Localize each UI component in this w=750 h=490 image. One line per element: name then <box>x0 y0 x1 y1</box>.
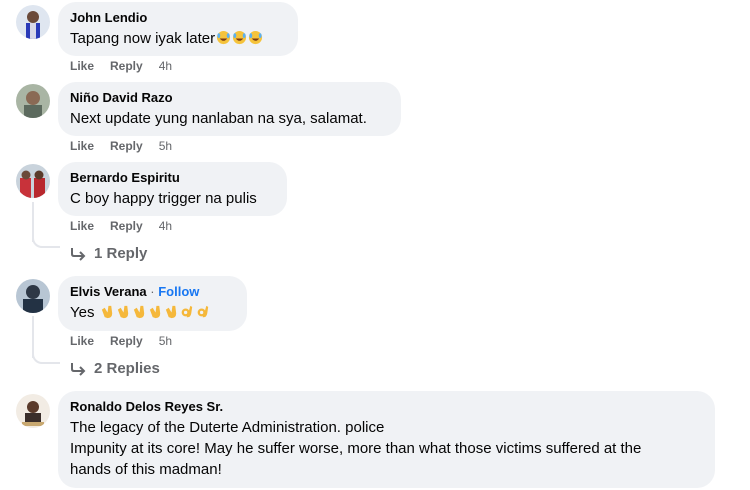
avatar[interactable] <box>16 279 50 313</box>
comment-actions: Like Reply 5h <box>70 334 172 348</box>
ok-hand-emoji-icon <box>179 304 211 321</box>
comment-time[interactable]: 5h <box>159 139 172 153</box>
avatar[interactable] <box>16 84 50 118</box>
comment-author-name[interactable]: Elvis Verana <box>70 284 147 299</box>
comment-actions: Like Reply 4h <box>70 219 172 233</box>
comment-time[interactable]: 4h <box>159 59 172 73</box>
comment-actions: Like Reply 4h <box>70 59 172 73</box>
avatar[interactable] <box>16 164 50 198</box>
comment-bubble: Ronaldo Delos Reyes Sr. The legacy of th… <box>58 391 715 488</box>
reply-button[interactable]: Reply <box>110 59 143 73</box>
reply-button[interactable]: Reply <box>110 219 143 233</box>
like-button[interactable]: Like <box>70 139 94 153</box>
thread-connector <box>32 232 60 248</box>
like-button[interactable]: Like <box>70 59 94 73</box>
comment-text: Tapang now iyak later <box>70 28 286 49</box>
comment-bubble: Elvis Verana · Follow Yes <box>58 276 247 331</box>
reply-button[interactable]: Reply <box>110 334 143 348</box>
comment-author: Elvis Verana · Follow <box>70 284 235 300</box>
comment-time[interactable]: 5h <box>159 334 172 348</box>
comment-author[interactable]: Niño David Razo <box>70 90 389 106</box>
comment-author[interactable]: John Lendio <box>70 10 286 26</box>
comment-text-line: Impunity at its core! May he suffer wors… <box>70 440 642 457</box>
comment-text-body: Yes <box>70 304 95 321</box>
comment-text-body: Tapang now iyak later <box>70 30 216 47</box>
clapping-emoji-icon <box>99 304 179 321</box>
avatar[interactable] <box>16 394 50 428</box>
laughing-emoji-icon <box>215 30 263 47</box>
reply-arrow-icon <box>71 362 86 376</box>
reply-arrow-icon <box>71 247 86 261</box>
view-replies-link[interactable]: 1 Reply <box>70 245 147 262</box>
avatar[interactable] <box>16 5 50 39</box>
like-button[interactable]: Like <box>70 219 94 233</box>
comment-author[interactable]: Ronaldo Delos Reyes Sr. <box>70 399 703 415</box>
comment-time[interactable]: 4h <box>159 219 172 233</box>
comment-bubble: Niño David Razo Next update yung nanlaba… <box>58 82 401 136</box>
like-button[interactable]: Like <box>70 334 94 348</box>
view-replies-label[interactable]: 1 Reply <box>94 245 147 262</box>
comment-bubble: John Lendio Tapang now iyak later <box>58 2 298 56</box>
comment-bubble: Bernardo Espiritu C boy happy trigger na… <box>58 162 287 216</box>
view-replies-label[interactable]: 2 Replies <box>94 360 160 377</box>
comment-text: Next update yung nanlaban na sya, salama… <box>70 110 367 127</box>
comment-text-line: The legacy of the Duterte Administration… <box>70 419 385 436</box>
thread-connector <box>32 348 60 364</box>
comment-text: Yes <box>70 302 235 323</box>
comment-text: C boy happy trigger na pulis <box>70 190 257 207</box>
reply-button[interactable]: Reply <box>110 139 143 153</box>
follow-button[interactable]: Follow <box>158 284 199 299</box>
comment-author[interactable]: Bernardo Espiritu <box>70 170 275 186</box>
comment-text-line: hands of this madman! <box>70 461 222 478</box>
comment-actions: Like Reply 5h <box>70 139 172 153</box>
separator-dot: · <box>150 284 155 299</box>
view-replies-link[interactable]: 2 Replies <box>70 360 160 377</box>
